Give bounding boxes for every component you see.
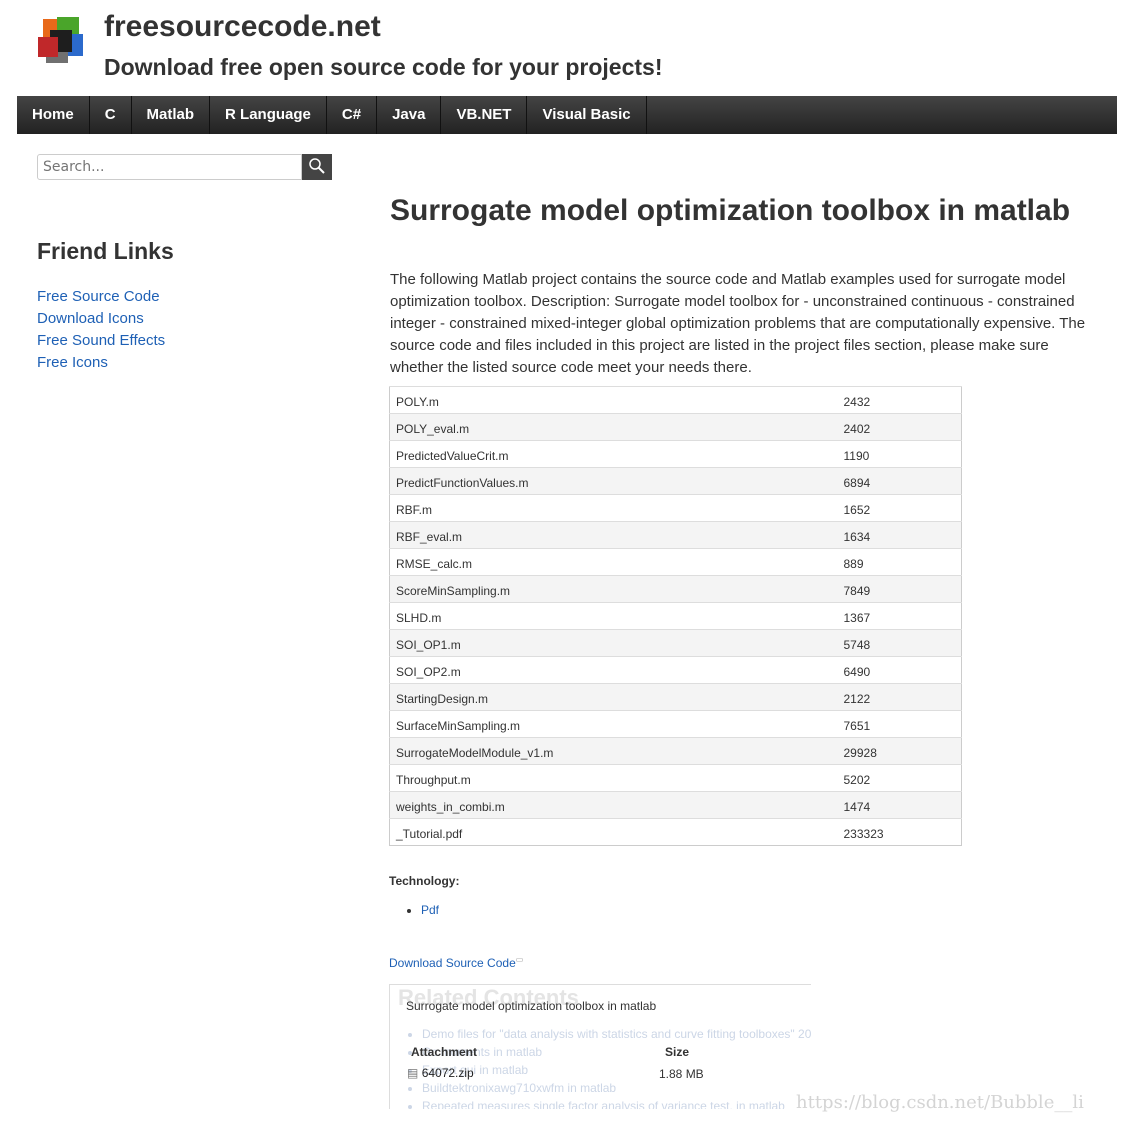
search-button[interactable]	[302, 154, 332, 180]
site-title[interactable]: freesourcecode.net	[104, 10, 381, 44]
nav-home[interactable]: Home	[17, 96, 90, 134]
watermark: https://blog.csdn.net/Bubble__li	[796, 1092, 1084, 1113]
file-name: SLHD.m	[389, 602, 838, 630]
download-area: Download Source Code▭	[389, 955, 523, 970]
nav-csharp[interactable]: C#	[327, 96, 378, 134]
file-size: 5748	[837, 629, 962, 657]
file-name: _Tutorial.pdf	[389, 818, 838, 846]
file-row: SLHD.m 1367	[389, 602, 962, 630]
file-size: 1652	[837, 494, 962, 522]
file-size: 7849	[837, 575, 962, 603]
file-row: RBF_eval.m 1634	[389, 521, 962, 549]
file-name: RMSE_calc.m	[389, 548, 838, 576]
file-size: 1474	[837, 791, 962, 819]
file-size: 5202	[837, 764, 962, 792]
search-icon	[309, 157, 325, 174]
file-row: SOI_OP2.m 6490	[389, 656, 962, 684]
related-item[interactable]: Export gui in matlab	[422, 1061, 811, 1079]
file-row: SurrogateModelModule_v1.m 29928	[389, 737, 962, 765]
nav-matlab[interactable]: Matlab	[132, 96, 211, 134]
page-title: Surrogate model optimization toolbox in …	[390, 194, 1071, 227]
file-size: 6894	[837, 467, 962, 495]
file-row: StartingDesign.m 2122	[389, 683, 962, 711]
related-item[interactable]: Buildtektronixawg710xwfm in matlab	[422, 1079, 811, 1097]
file-name: SOI_OP1.m	[389, 629, 838, 657]
file-size: 2432	[837, 386, 962, 414]
file-row: PredictFunctionValues.m 6894	[389, 467, 962, 495]
file-name: StartingDesign.m	[389, 683, 838, 711]
search-form	[37, 154, 332, 180]
attachment-size: 1.88 MB	[659, 1067, 704, 1081]
file-name: RBF_eval.m	[389, 521, 838, 549]
file-name: ScoreMinSampling.m	[389, 575, 838, 603]
file-size: 2122	[837, 683, 962, 711]
project-description: The following Matlab project contains th…	[390, 271, 1086, 376]
related-item[interactable]: Gc moments in matlab	[422, 1043, 811, 1061]
nav-java[interactable]: Java	[377, 96, 442, 134]
file-row: SOI_OP1.m 5748	[389, 629, 962, 657]
main-nav: Home C Matlab R Language C# Java VB.NET …	[17, 96, 1117, 134]
nav-visual-basic[interactable]: Visual Basic	[527, 96, 647, 134]
file-name: weights_in_combi.m	[389, 791, 838, 819]
file-name: SurfaceMinSampling.m	[389, 710, 838, 738]
project-files-table: POLY.m 2432 POLY_eval.m 2402 PredictedValueC…	[389, 386, 962, 846]
nav-c[interactable]: C	[90, 96, 132, 134]
nav-r-language[interactable]: R Language	[210, 96, 327, 134]
file-name: POLY_eval.m	[389, 413, 838, 441]
file-size: 1367	[837, 602, 962, 630]
file-name: SOI_OP2.m	[389, 656, 838, 684]
related-item[interactable]: Repeated measures single factor analysis…	[422, 1097, 811, 1109]
file-size: 29928	[837, 737, 962, 765]
file-size: 6490	[837, 656, 962, 684]
file-size: 2402	[837, 413, 962, 441]
technology-list: Pdf	[389, 903, 439, 917]
file-name: PredictFunctionValues.m	[389, 467, 838, 495]
file-size: 1190	[837, 440, 962, 468]
file-row: SurfaceMinSampling.m 7651	[389, 710, 962, 738]
file-name: Throughput.m	[389, 764, 838, 792]
site-tagline: Download free open source code for your …	[104, 54, 663, 80]
attachment-header: Attachment	[411, 1045, 478, 1059]
file-row: POLY_eval.m 2402	[389, 413, 962, 441]
zip-file-icon: ▤	[407, 1066, 419, 1080]
external-link-icon: ▭	[515, 955, 524, 964]
technology-label: Technology:	[389, 874, 460, 888]
download-popup: Related Contents Demo files for "data an…	[389, 984, 811, 1109]
file-size: 233323	[837, 818, 962, 846]
file-row: _Tutorial.pdf 233323	[389, 818, 962, 846]
friend-link[interactable]: Free Icons	[37, 354, 108, 371]
nav-vbnet[interactable]: VB.NET	[441, 96, 528, 134]
friend-link[interactable]: Free Sound Effects	[37, 332, 165, 349]
file-name: PredictedValueCrit.m	[389, 440, 838, 468]
related-item[interactable]: Demo files for "data analysis with stati…	[422, 1025, 811, 1043]
search-input[interactable]	[37, 154, 302, 180]
friend-link[interactable]: Free Source Code	[37, 288, 160, 305]
popup-title: Surrogate model optimization toolbox in …	[406, 999, 657, 1013]
file-row: ScoreMinSampling.m 7849	[389, 575, 962, 603]
site-logo[interactable]	[37, 17, 83, 63]
file-size: 889	[837, 548, 962, 576]
file-row: weights_in_combi.m 1474	[389, 791, 962, 819]
file-name: SurrogateModelModule_v1.m	[389, 737, 838, 765]
file-name: RBF.m	[389, 494, 838, 522]
size-header: Size	[665, 1045, 690, 1059]
file-row: Throughput.m 5202	[389, 764, 962, 792]
download-source-link[interactable]: Download Source Code	[389, 956, 516, 970]
friend-link[interactable]: Download Icons	[37, 310, 144, 327]
file-row: PredictedValueCrit.m 1190	[389, 440, 962, 468]
file-row: RBF.m 1652	[389, 494, 962, 522]
file-size: 7651	[837, 710, 962, 738]
attachment-link[interactable]: 64072.zip	[422, 1066, 474, 1080]
file-row: POLY.m 2432	[389, 386, 962, 414]
file-size: 1634	[837, 521, 962, 549]
file-row: RMSE_calc.m 889	[389, 548, 962, 576]
technology-link[interactable]: Pdf	[421, 903, 439, 917]
file-name: POLY.m	[389, 386, 838, 414]
friend-links-title: Friend Links	[37, 238, 174, 264]
